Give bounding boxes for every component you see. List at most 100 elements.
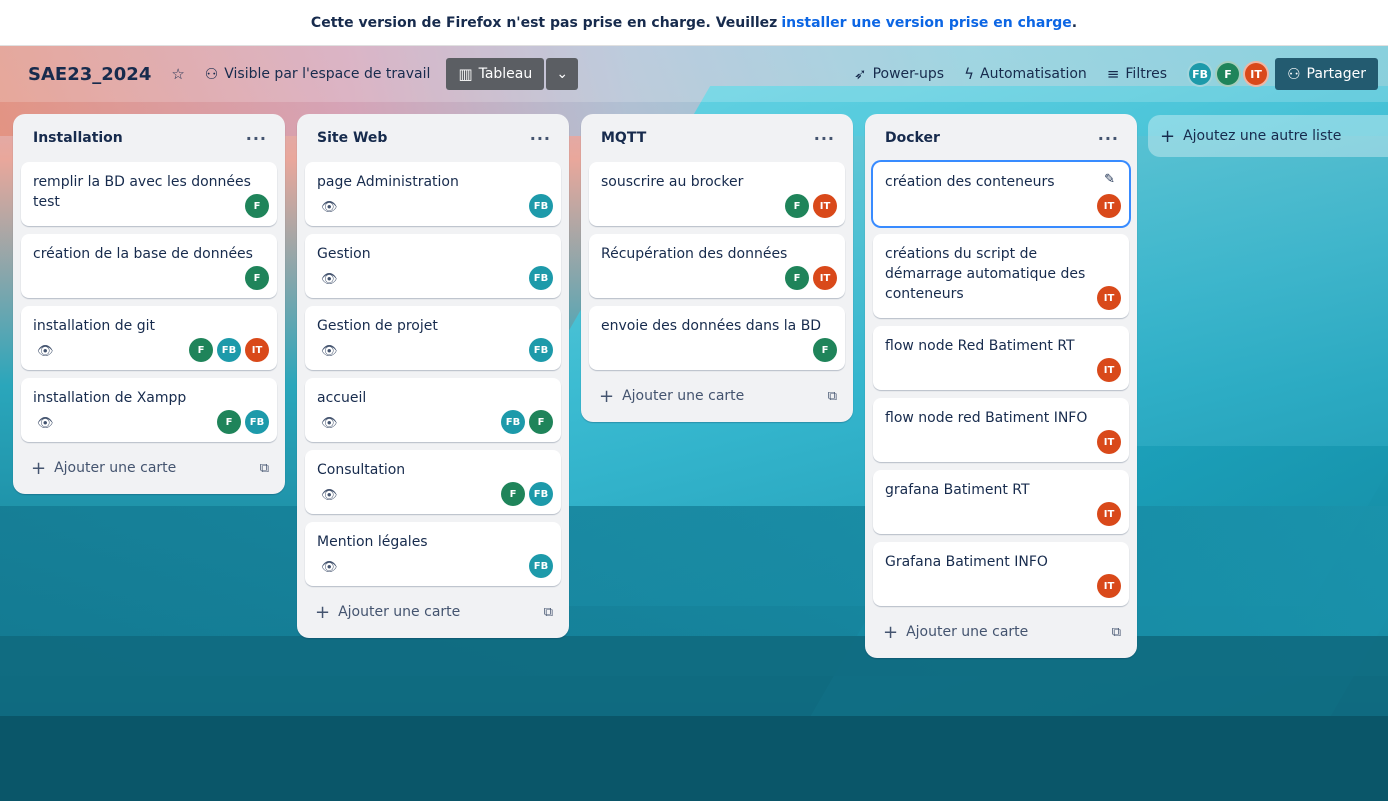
- card-members: F: [813, 338, 837, 362]
- filter-icon: ≡: [1106, 65, 1120, 83]
- card-title: grafana Batiment RT: [885, 482, 1030, 498]
- avatar[interactable]: IT: [813, 266, 837, 290]
- share-button[interactable]: ⚇ Partager: [1275, 58, 1378, 90]
- banner-text: Cette version de Firefox n'est pas prise…: [310, 14, 778, 31]
- avatar[interactable]: IT: [1097, 430, 1121, 454]
- avatar[interactable]: FB: [529, 266, 553, 290]
- card[interactable]: Mention légales 👁 FB: [305, 522, 561, 586]
- avatar[interactable]: F: [217, 410, 241, 434]
- avatar[interactable]: F: [1215, 61, 1242, 87]
- list-header: Site Web ···: [305, 114, 561, 162]
- card-members: IT: [1097, 574, 1121, 598]
- avatar[interactable]: F: [245, 194, 269, 218]
- card[interactable]: création des conteneurs ✎ IT: [873, 162, 1129, 226]
- avatar[interactable]: FB: [501, 410, 525, 434]
- avatar[interactable]: FB: [245, 410, 269, 434]
- avatar[interactable]: IT: [1097, 358, 1121, 382]
- card[interactable]: créations du script de démarrage automat…: [873, 234, 1129, 318]
- add-card-button[interactable]: + Ajouter une carte ⧉: [21, 450, 277, 486]
- board-title[interactable]: SAE23_2024: [18, 60, 161, 89]
- card[interactable]: flow node red Batiment INFO IT: [873, 398, 1129, 462]
- card-template-icon[interactable]: ⧉: [1112, 625, 1121, 640]
- add-list-label: Ajoutez une autre liste: [1183, 128, 1342, 144]
- list-header: MQTT ···: [589, 114, 845, 162]
- card-template-icon[interactable]: ⧉: [828, 389, 837, 404]
- avatar[interactable]: FB: [1187, 61, 1214, 87]
- card[interactable]: grafana Batiment RT IT: [873, 470, 1129, 534]
- add-card-button[interactable]: + Ajouter une carte ⧉: [873, 614, 1129, 650]
- avatar[interactable]: FB: [529, 554, 553, 578]
- avatar[interactable]: F: [189, 338, 213, 362]
- board-view-button[interactable]: ▥ Tableau: [446, 58, 545, 90]
- card-title: Consultation: [317, 462, 406, 478]
- card-title: création de la base de données: [33, 246, 253, 262]
- power-ups-button[interactable]: ➶ Power-ups: [844, 58, 954, 90]
- add-card-button[interactable]: + Ajouter une carte ⧉: [305, 594, 561, 630]
- list-title[interactable]: Docker: [885, 130, 940, 146]
- avatar[interactable]: F: [785, 194, 809, 218]
- more-options-icon[interactable]: ···: [246, 129, 267, 148]
- card-title: page Administration: [317, 174, 459, 190]
- install-supported-version-link[interactable]: installer une version prise en charge: [781, 15, 1071, 31]
- avatar[interactable]: F: [501, 482, 525, 506]
- plus-icon: +: [315, 601, 331, 623]
- card[interactable]: Gestion 👁 FB: [305, 234, 561, 298]
- list-title[interactable]: MQTT: [601, 130, 646, 146]
- avatar[interactable]: IT: [1097, 286, 1121, 310]
- edit-pencil-icon[interactable]: ✎: [1104, 172, 1115, 187]
- avatar[interactable]: IT: [813, 194, 837, 218]
- card-template-icon[interactable]: ⧉: [544, 605, 553, 620]
- card[interactable]: installation de Xampp 👁 F FB: [21, 378, 277, 442]
- avatar[interactable]: FB: [529, 338, 553, 362]
- add-card-label: Ajouter une carte: [54, 460, 177, 476]
- more-options-icon[interactable]: ···: [814, 129, 835, 148]
- automation-label: Automatisation: [980, 66, 1087, 82]
- card[interactable]: Gestion de projet 👁 FB: [305, 306, 561, 370]
- avatar[interactable]: FB: [217, 338, 241, 362]
- card[interactable]: accueil 👁 FB F: [305, 378, 561, 442]
- watching-eye-icon: 👁: [321, 272, 338, 287]
- card[interactable]: Grafana Batiment INFO IT: [873, 542, 1129, 606]
- card[interactable]: installation de git 👁 F FB IT: [21, 306, 277, 370]
- filters-button[interactable]: ≡ Filtres: [1097, 58, 1177, 90]
- avatar[interactable]: F: [813, 338, 837, 362]
- avatar[interactable]: IT: [245, 338, 269, 362]
- card[interactable]: Récupération des données F IT: [589, 234, 845, 298]
- star-board-button[interactable]: ☆: [161, 58, 194, 90]
- card[interactable]: Consultation 👁 F FB: [305, 450, 561, 514]
- more-options-icon[interactable]: ···: [530, 129, 551, 148]
- list-title[interactable]: Site Web: [317, 130, 387, 146]
- list-title[interactable]: Installation: [33, 130, 123, 146]
- automation-button[interactable]: ϟ Automatisation: [954, 58, 1097, 90]
- avatar[interactable]: IT: [1243, 61, 1270, 87]
- avatar[interactable]: FB: [529, 194, 553, 218]
- visibility-button[interactable]: ⚇ Visible par l'espace de travail: [195, 58, 441, 90]
- board-view-icon: ▥: [458, 65, 473, 83]
- more-options-icon[interactable]: ···: [1098, 129, 1119, 148]
- card-members: IT: [1097, 502, 1121, 526]
- card[interactable]: remplir la BD avec les données test F: [21, 162, 277, 226]
- add-card-label: Ajouter une carte: [622, 388, 745, 404]
- card[interactable]: création de la base de données F: [21, 234, 277, 298]
- plus-icon: +: [31, 457, 47, 479]
- card-title: accueil: [317, 390, 367, 406]
- add-list-button[interactable]: + Ajoutez une autre liste: [1148, 115, 1388, 157]
- card[interactable]: souscrire au brocker F IT: [589, 162, 845, 226]
- avatar[interactable]: IT: [1097, 574, 1121, 598]
- avatar[interactable]: F: [245, 266, 269, 290]
- card[interactable]: envoie des données dans la BD F: [589, 306, 845, 370]
- watching-eye-icon: 👁: [321, 200, 338, 215]
- card-members: F FB: [217, 410, 269, 434]
- card-template-icon[interactable]: ⧉: [260, 461, 269, 476]
- add-card-label: Ajouter une carte: [338, 604, 461, 620]
- avatar[interactable]: IT: [1097, 502, 1121, 526]
- avatar[interactable]: F: [529, 410, 553, 434]
- avatar[interactable]: F: [785, 266, 809, 290]
- avatar[interactable]: IT: [1097, 194, 1121, 218]
- list-installation: Installation ··· remplir la BD avec les do…: [13, 114, 285, 494]
- card[interactable]: page Administration 👁 FB: [305, 162, 561, 226]
- add-card-button[interactable]: + Ajouter une carte ⧉: [589, 378, 845, 414]
- avatar[interactable]: FB: [529, 482, 553, 506]
- view-switcher-button[interactable]: ⌄: [546, 58, 579, 90]
- card[interactable]: flow node Red Batiment RT IT: [873, 326, 1129, 390]
